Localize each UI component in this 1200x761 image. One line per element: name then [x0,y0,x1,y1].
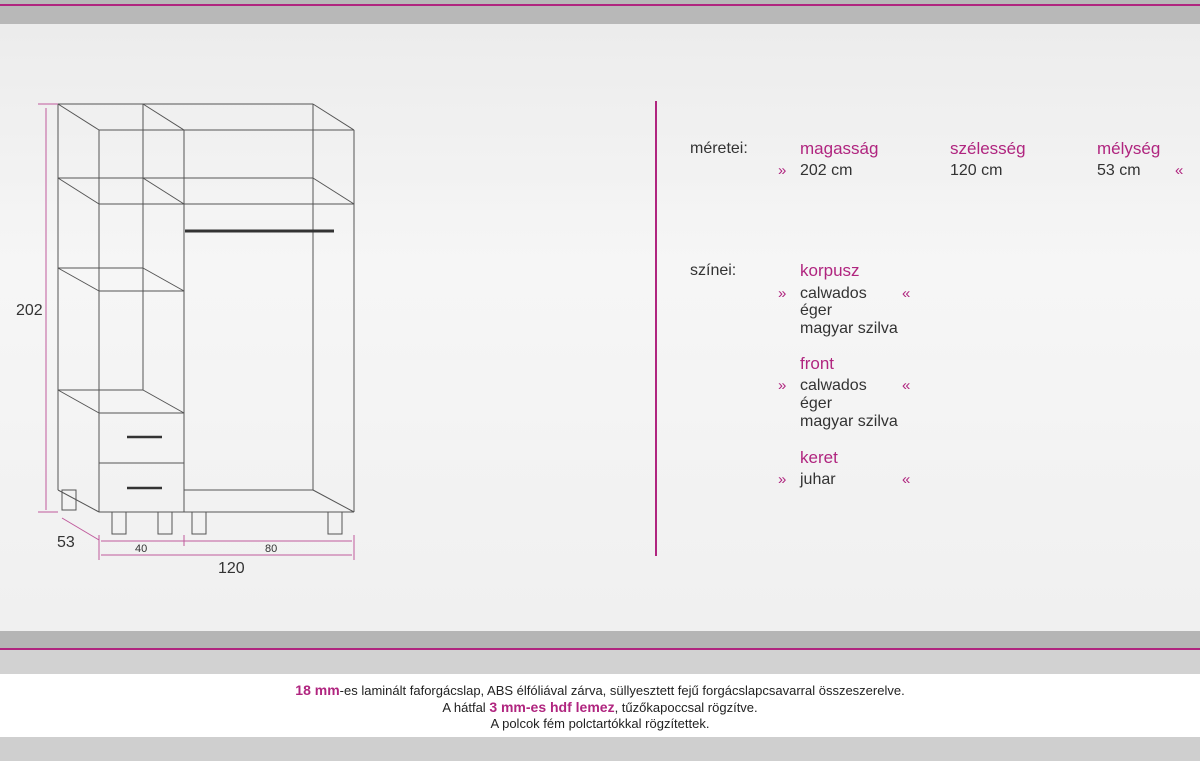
open-quote: » [778,471,787,488]
total-width-dim-label: 120 [218,560,245,577]
footer-line-2-text: , tűzőkapoccsal rögzítve. [614,700,758,715]
left-width-dim-label: 40 [135,543,147,555]
width-title: szélesség [950,139,1026,158]
height-value: 202 cm [800,162,853,179]
group-title-korpusz: korpusz [800,261,860,280]
option: calwados [800,285,867,302]
depth-title: mélység [1097,139,1161,158]
option: calwados [800,377,867,394]
option: juhar [800,471,836,488]
dimensions-label: méretei: [690,140,748,157]
close-quote: « [902,471,911,488]
height-dim-label: 202 [16,302,43,319]
height-title: magasság [800,139,879,158]
right-width-dim-label: 80 [265,543,277,555]
footer-line-2-start: A hátfal [442,700,490,715]
footer-line-3: A polcok fém polctartókkal rögzítettek. [490,716,710,731]
close-quote: « [902,377,911,394]
group-title-front: front [800,354,835,373]
wardrobe-drawing: 202 53 40 80 120 [16,103,355,577]
depth-value: 53 cm [1097,162,1141,179]
footer-bold-backpanel: 3 mm-es hdf lemez [489,699,615,715]
footer-line-1-text: -es laminált faforgácslap, ABS élfóliáva… [339,683,905,698]
option: magyar szilva [800,413,898,430]
open-quote: » [778,285,787,302]
footer-bold-thickness: 18 mm [295,682,340,698]
footer-text: 18 mm-es laminált faforgácslap, ABS élfó… [0,674,1200,737]
close-quote: « [1175,162,1184,179]
close-quote: « [902,285,911,302]
option: magyar szilva [800,320,898,337]
option: éger [800,302,833,319]
group-title-keret: keret [800,448,838,467]
open-quote: » [778,377,787,394]
accent-divider [655,101,657,556]
depth-dim-label: 53 [57,534,75,551]
open-quote: » [778,162,787,179]
option: éger [800,395,833,412]
footer-line-2: A hátfal 3 mm-es hdf lemez, tűzőkapoccsa… [0,699,1200,716]
width-value: 120 cm [950,162,1003,179]
footer-line-1: 18 mm-es laminált faforgácslap, ABS élfó… [0,682,1200,699]
colors-label: színei: [690,262,737,279]
